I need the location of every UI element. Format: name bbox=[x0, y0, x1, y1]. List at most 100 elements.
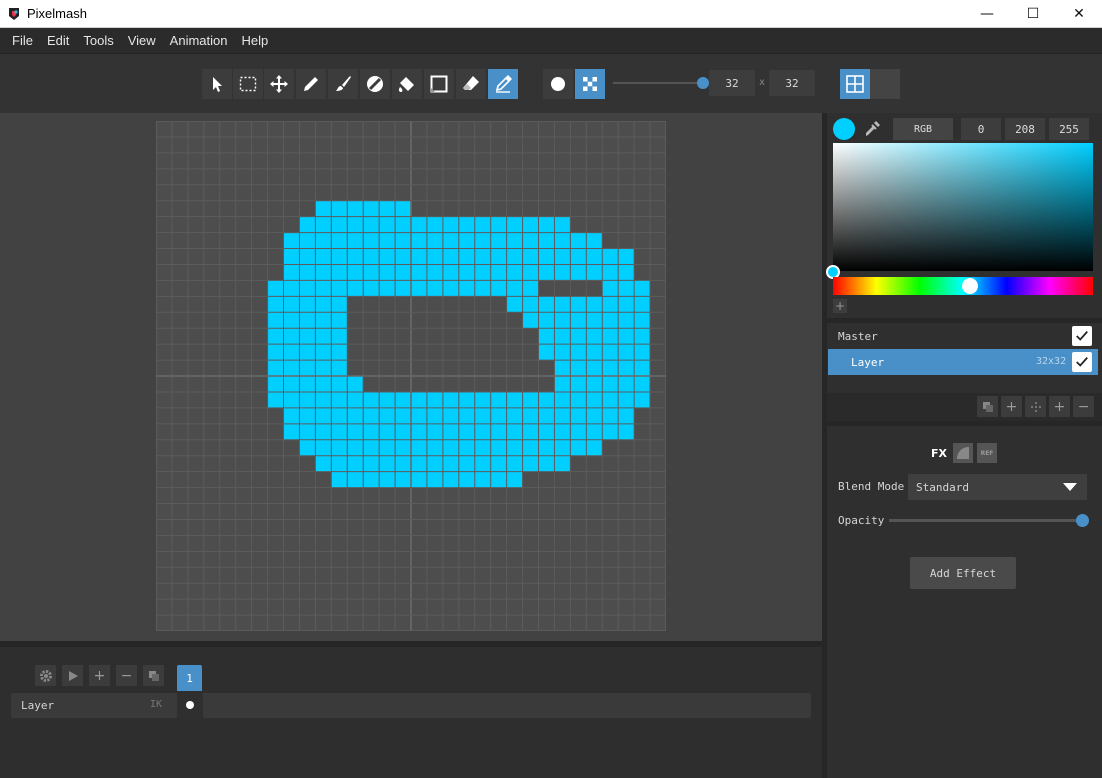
select-tool-button[interactable] bbox=[202, 69, 232, 99]
pixel bbox=[315, 216, 332, 233]
pixel bbox=[442, 232, 459, 249]
add-effect-button[interactable]: Add Effect bbox=[910, 557, 1016, 589]
frame-tab-1[interactable]: 1 bbox=[177, 665, 202, 691]
pixel bbox=[474, 391, 491, 408]
fill-tool-button[interactable] bbox=[392, 69, 422, 99]
master-visibility-checkbox[interactable] bbox=[1072, 326, 1092, 346]
menu-view[interactable]: View bbox=[128, 33, 156, 48]
pixel bbox=[618, 328, 635, 345]
canvas-width-input[interactable]: 32 bbox=[709, 70, 755, 96]
pixel-grid bbox=[156, 121, 666, 631]
timeline-layer-name: Layer bbox=[21, 699, 55, 712]
color-mode-button[interactable]: RGB bbox=[893, 118, 953, 140]
pixel bbox=[538, 328, 555, 345]
pixel bbox=[315, 232, 332, 249]
pixel bbox=[411, 471, 427, 488]
current-color-swatch[interactable] bbox=[833, 118, 855, 140]
pixel bbox=[347, 264, 364, 281]
remove-button[interactable]: − bbox=[1073, 396, 1094, 417]
add-button[interactable]: + bbox=[1049, 396, 1070, 417]
pixel bbox=[347, 407, 364, 424]
picker-pen-tool-button[interactable] bbox=[488, 69, 518, 99]
pixel bbox=[426, 216, 443, 233]
canvas-height-input[interactable]: 32 bbox=[769, 70, 815, 96]
pixel bbox=[474, 407, 491, 424]
timeline-settings-button[interactable] bbox=[35, 665, 56, 686]
menu-file[interactable]: File bbox=[12, 33, 33, 48]
pixel bbox=[363, 232, 380, 249]
add-frame-button[interactable]: + bbox=[89, 665, 110, 686]
timeline-layer-row[interactable]: Layer IK bbox=[11, 693, 811, 718]
pixel bbox=[570, 232, 587, 249]
menu-animation[interactable]: Animation bbox=[170, 33, 228, 48]
shade-tool-button[interactable] bbox=[360, 69, 390, 99]
hue-thumb[interactable] bbox=[962, 278, 978, 294]
opacity-thumb[interactable] bbox=[1076, 514, 1089, 527]
menu-tools[interactable]: Tools bbox=[83, 33, 113, 48]
brush-size-thumb[interactable] bbox=[697, 77, 709, 89]
minimize-button[interactable]: — bbox=[964, 0, 1010, 28]
ref-tab[interactable]: REF bbox=[977, 443, 997, 463]
layer-master-row[interactable]: Master bbox=[827, 323, 1102, 349]
move-tool-button[interactable] bbox=[264, 69, 294, 99]
dither-brush-button[interactable] bbox=[575, 69, 605, 99]
opacity-slider[interactable] bbox=[889, 514, 1089, 527]
grid-view-button[interactable] bbox=[840, 69, 870, 99]
maximize-button[interactable]: ☐ bbox=[1010, 0, 1056, 28]
gear-icon bbox=[39, 669, 52, 682]
marquee-tool-button[interactable] bbox=[233, 69, 263, 99]
pixel bbox=[538, 264, 555, 281]
pencil-tool-button[interactable] bbox=[296, 69, 326, 99]
pixel-canvas[interactable] bbox=[156, 121, 666, 631]
effects-divider bbox=[827, 421, 1102, 426]
pixel bbox=[554, 328, 571, 345]
brush-size-slider[interactable] bbox=[613, 77, 709, 89]
menu-help[interactable]: Help bbox=[241, 33, 268, 48]
pixel bbox=[426, 280, 443, 297]
pixel bbox=[411, 407, 427, 424]
pixel bbox=[618, 296, 635, 313]
rectangle-tool-button[interactable] bbox=[424, 69, 454, 99]
fx-tab[interactable]: FX bbox=[928, 443, 950, 463]
pixel bbox=[379, 407, 396, 424]
eraser-tool-button[interactable] bbox=[456, 69, 486, 99]
hue-slider[interactable] bbox=[833, 277, 1093, 295]
close-button[interactable]: ✕ bbox=[1056, 0, 1102, 28]
remove-frame-button[interactable]: − bbox=[116, 665, 137, 686]
single-view-button[interactable] bbox=[870, 69, 900, 99]
blend-mode-select[interactable]: Standard bbox=[908, 474, 1087, 500]
duplicate-frame-button[interactable] bbox=[143, 665, 164, 686]
merge-layer-button[interactable] bbox=[1025, 396, 1046, 417]
eyedropper-icon[interactable] bbox=[862, 119, 882, 139]
blue-value-input[interactable]: 255 bbox=[1049, 118, 1089, 140]
brush-tool-button[interactable] bbox=[328, 69, 358, 99]
layer-row[interactable]: Layer 32x32 bbox=[828, 349, 1098, 375]
menu-edit[interactable]: Edit bbox=[47, 33, 69, 48]
pixel bbox=[474, 439, 491, 456]
red-value-input[interactable]: 0 bbox=[961, 118, 1001, 140]
pixel bbox=[331, 439, 348, 456]
pixel bbox=[315, 248, 332, 265]
pixel bbox=[426, 471, 443, 488]
mask-tab[interactable] bbox=[953, 443, 973, 463]
pixel bbox=[315, 200, 332, 217]
pixel bbox=[283, 264, 300, 281]
duplicate-layer-button[interactable] bbox=[977, 396, 998, 417]
round-brush-button[interactable] bbox=[543, 69, 573, 99]
frame-cell[interactable] bbox=[177, 693, 203, 718]
pixel bbox=[538, 407, 555, 424]
timeline-ik-label: IK bbox=[150, 699, 163, 710]
layer-visibility-checkbox[interactable] bbox=[1072, 352, 1092, 372]
pixel bbox=[506, 296, 523, 313]
pixel bbox=[490, 423, 507, 440]
window-title: Pixelmash bbox=[27, 6, 87, 21]
saturation-value-picker[interactable] bbox=[826, 143, 1093, 279]
green-value-input[interactable]: 208 bbox=[1005, 118, 1045, 140]
title-bar: Pixelmash — ☐ ✕ bbox=[0, 0, 1102, 28]
pixel bbox=[283, 312, 300, 329]
add-swatch-button[interactable]: + bbox=[833, 299, 847, 313]
add-layer-button[interactable]: + bbox=[1001, 396, 1022, 417]
play-button[interactable] bbox=[62, 665, 83, 686]
pixel bbox=[395, 264, 411, 281]
pixel bbox=[395, 200, 411, 217]
